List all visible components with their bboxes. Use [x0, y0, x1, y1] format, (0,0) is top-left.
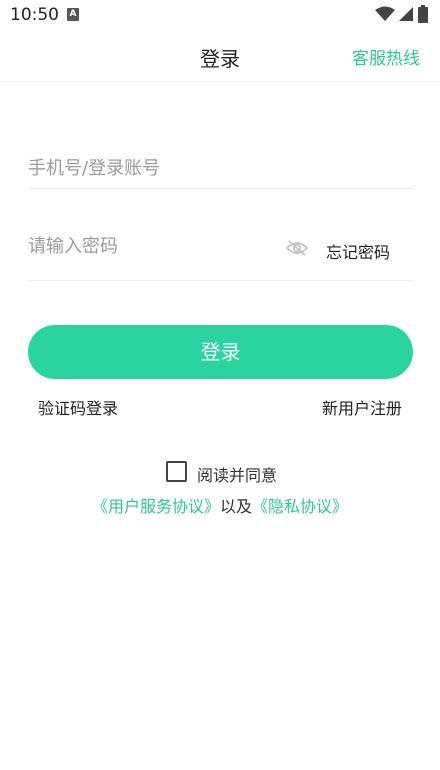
- password-input[interactable]: [28, 226, 268, 266]
- account-field: [28, 142, 413, 189]
- signal-icon: [399, 7, 413, 21]
- agree-label: 阅读并同意: [197, 466, 278, 485]
- customer-service-hotline-link[interactable]: 客服热线: [352, 44, 420, 69]
- login-screen: 10:50 A 登录 客服热线 忘记密码 登录 验证码登录 新用户注册: [0, 0, 440, 770]
- login-button[interactable]: 登录: [28, 325, 413, 379]
- notification-a-icon: A: [67, 8, 79, 21]
- account-input[interactable]: [28, 148, 268, 188]
- agreement-separator: 以及: [219, 497, 252, 516]
- header-bar: 登录 客服热线: [0, 32, 440, 82]
- wifi-icon: [375, 6, 395, 21]
- privacy-policy-link[interactable]: 《隐私协议》: [252, 497, 348, 516]
- forgot-password-link[interactable]: 忘记密码: [326, 239, 390, 263]
- password-field: 忘记密码: [28, 222, 413, 281]
- sms-code-login-link[interactable]: 验证码登录: [38, 395, 118, 419]
- status-time: 10:50: [10, 5, 59, 25]
- eye-off-icon[interactable]: [286, 239, 308, 257]
- register-link[interactable]: 新用户注册: [322, 395, 402, 419]
- agree-checkbox[interactable]: [166, 461, 187, 482]
- agreement-links: 《用户服务协议》以及《隐私协议》: [0, 493, 440, 517]
- status-bar: 10:50 A: [0, 0, 440, 32]
- battery-icon: [418, 5, 428, 23]
- user-agreement-link[interactable]: 《用户服务协议》: [92, 497, 220, 516]
